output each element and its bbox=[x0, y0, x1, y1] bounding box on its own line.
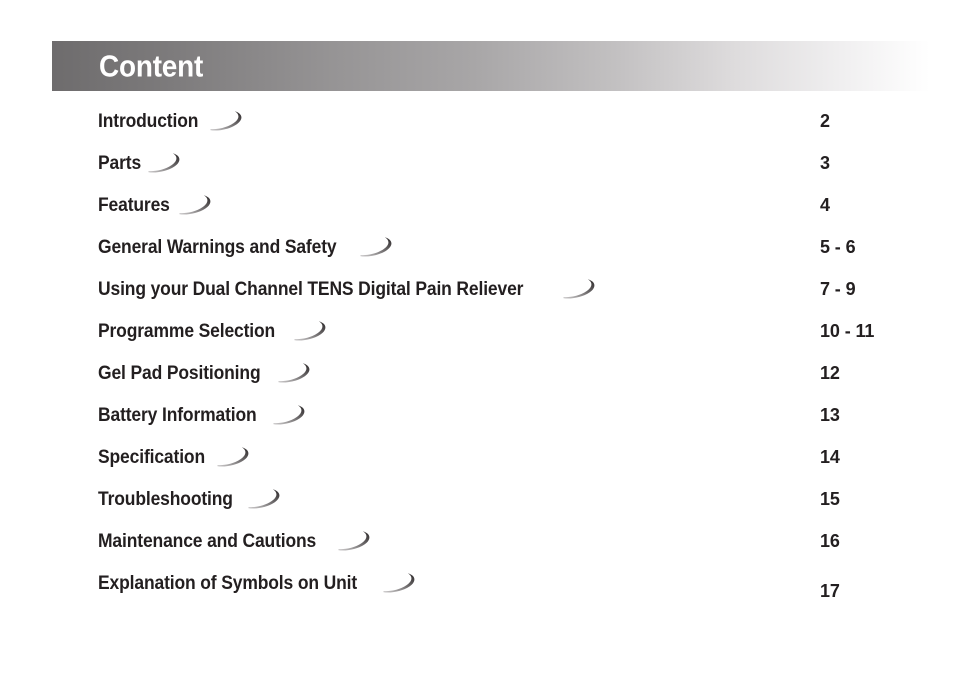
toc-entry[interactable]: Introduction bbox=[98, 106, 247, 136]
toc-page-number: 16 bbox=[820, 531, 840, 551]
toc-row[interactable]: General Warnings and Safety 5 - 6 bbox=[0, 232, 954, 274]
toc-page-number: 3 bbox=[820, 153, 830, 173]
swoosh-icon bbox=[278, 363, 310, 383]
toc-row[interactable]: Features 4 bbox=[0, 190, 954, 232]
swoosh-icon bbox=[148, 153, 180, 173]
swoosh-icon bbox=[360, 237, 392, 257]
toc-row[interactable]: Using your Dual Channel TENS Digital Pai… bbox=[0, 274, 954, 316]
toc-entry-label: General Warnings and Safety bbox=[98, 236, 337, 258]
toc-row[interactable]: Specification 14 bbox=[0, 442, 954, 484]
toc-page-number: 12 bbox=[820, 363, 840, 383]
table-of-contents: Introduction 2 Parts 3 Features 4 Genera… bbox=[0, 106, 954, 610]
swoosh-icon bbox=[563, 279, 595, 299]
toc-entry[interactable]: Troubleshooting bbox=[98, 484, 285, 514]
toc-entry-label: Battery Information bbox=[98, 404, 257, 426]
toc-entry[interactable]: Explanation of Symbols on Unit bbox=[98, 568, 420, 598]
toc-page-number: 7 - 9 bbox=[820, 279, 856, 299]
toc-entry-label: Explanation of Symbols on Unit bbox=[98, 572, 358, 594]
toc-entry-label: Maintenance and Cautions bbox=[98, 530, 317, 552]
toc-entry[interactable]: Battery Information bbox=[98, 400, 310, 430]
toc-entry-label: Specification bbox=[98, 446, 206, 468]
toc-row[interactable]: Maintenance and Cautions 16 bbox=[0, 526, 954, 568]
swoosh-icon bbox=[338, 531, 370, 551]
toc-entry-label: Using your Dual Channel TENS Digital Pai… bbox=[98, 278, 524, 300]
toc-row[interactable]: Explanation of Symbols on Unit 17 bbox=[0, 568, 954, 610]
toc-row[interactable]: Programme Selection 10 - 11 bbox=[0, 316, 954, 358]
page-title: Content bbox=[99, 48, 204, 84]
toc-entry[interactable]: Gel Pad Positioning bbox=[98, 358, 315, 388]
toc-entry-label: Introduction bbox=[98, 110, 199, 132]
toc-row[interactable]: Parts 3 bbox=[0, 148, 954, 190]
toc-entry-label: Features bbox=[98, 194, 170, 216]
toc-row[interactable]: Gel Pad Positioning 12 bbox=[0, 358, 954, 400]
toc-entry[interactable]: Specification bbox=[98, 442, 254, 472]
toc-entry[interactable]: Programme Selection bbox=[98, 316, 331, 346]
document-page: Content Introduction 2 Parts 3 Features … bbox=[0, 0, 954, 676]
toc-page-number: 2 bbox=[820, 111, 830, 131]
toc-entry[interactable]: Maintenance and Cautions bbox=[98, 526, 375, 556]
toc-entry[interactable]: General Warnings and Safety bbox=[98, 232, 397, 262]
toc-row[interactable]: Troubleshooting 15 bbox=[0, 484, 954, 526]
toc-entry-label: Parts bbox=[98, 152, 142, 174]
toc-entry[interactable]: Using your Dual Channel TENS Digital Pai… bbox=[98, 274, 600, 304]
swoosh-icon bbox=[210, 111, 242, 131]
toc-page-number: 15 bbox=[820, 489, 840, 509]
swoosh-icon bbox=[294, 321, 325, 341]
toc-page-number: 5 - 6 bbox=[820, 237, 856, 257]
swoosh-icon bbox=[217, 447, 249, 467]
toc-entry-label: Troubleshooting bbox=[98, 488, 233, 510]
toc-page-number: 10 - 11 bbox=[820, 321, 875, 341]
toc-page-number: 4 bbox=[820, 195, 830, 215]
toc-entry[interactable]: Features bbox=[98, 190, 216, 220]
toc-entry[interactable]: Parts bbox=[98, 148, 185, 178]
toc-entry-label: Programme Selection bbox=[98, 320, 276, 342]
swoosh-icon bbox=[273, 405, 305, 425]
toc-page-number: 13 bbox=[820, 405, 840, 425]
toc-page-number: 17 bbox=[820, 581, 840, 601]
toc-row[interactable]: Battery Information 13 bbox=[0, 400, 954, 442]
swoosh-icon bbox=[179, 195, 211, 215]
content-header-band: Content bbox=[52, 41, 930, 91]
toc-page-number: 14 bbox=[820, 447, 840, 467]
toc-entry-label: Gel Pad Positioning bbox=[98, 362, 261, 384]
toc-row[interactable]: Introduction 2 bbox=[0, 106, 954, 148]
swoosh-icon bbox=[383, 573, 415, 593]
swoosh-icon bbox=[248, 489, 280, 509]
